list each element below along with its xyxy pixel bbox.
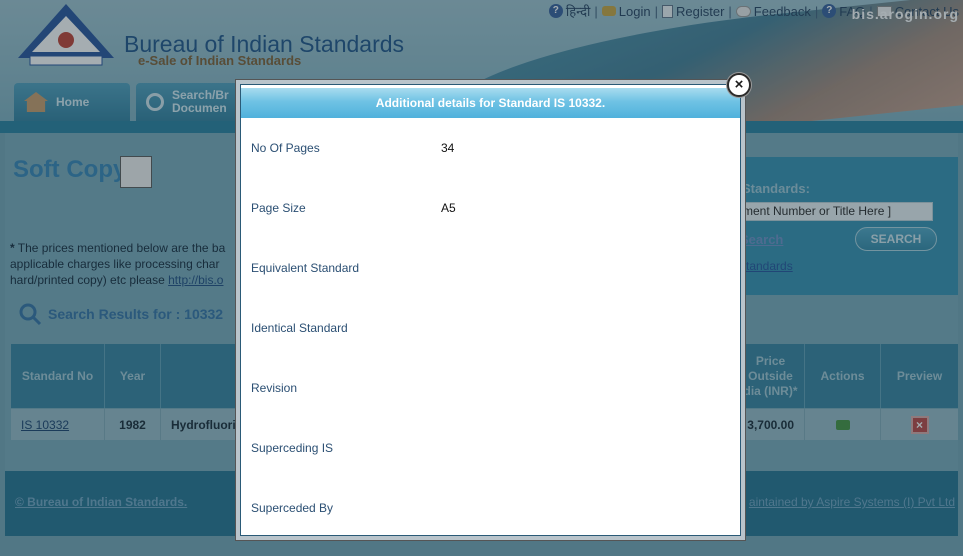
detail-row-equivalent: Equivalent Standard	[241, 253, 740, 283]
details-modal: Additional details for Standard IS 10332…	[236, 80, 745, 540]
modal-body: Additional details for Standard IS 10332…	[240, 84, 741, 536]
detail-row-superceded-by: Superceded By	[241, 493, 740, 523]
detail-label: No Of Pages	[251, 141, 320, 155]
detail-value: A5	[441, 201, 456, 215]
detail-label: Revision	[251, 381, 298, 395]
detail-label: Identical Standard	[251, 321, 348, 335]
detail-label: Superceded By	[251, 501, 334, 515]
detail-value: 34	[441, 141, 455, 155]
detail-row-revision: Revision	[241, 373, 740, 403]
close-button[interactable]: ×	[727, 73, 751, 97]
detail-row-superceding: Superceding IS	[241, 433, 740, 463]
detail-row-identical: Identical Standard	[241, 313, 740, 343]
detail-row-page-size: Page Size A5	[241, 193, 740, 223]
detail-label: Page Size	[251, 201, 306, 215]
detail-row-pages: No Of Pages 34	[241, 133, 740, 163]
detail-label: Superceding IS	[251, 441, 334, 455]
modal-title: Additional details for Standard IS 10332…	[241, 88, 740, 118]
detail-label: Equivalent Standard	[251, 261, 360, 275]
